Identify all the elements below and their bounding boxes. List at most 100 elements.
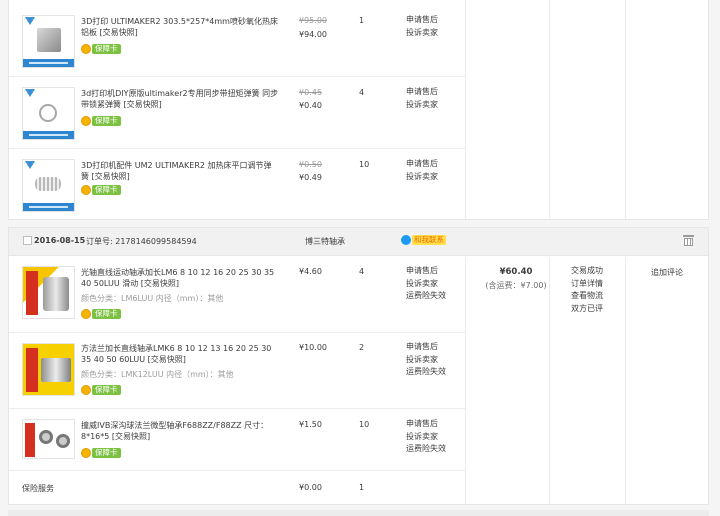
product-thumbnail[interactable] xyxy=(22,343,75,396)
trade-success-status: 交易成功 xyxy=(571,266,603,275)
item-actions: 申请售后 投诉卖家 运费险失效 xyxy=(406,418,446,456)
order-card: 2016-08-15 订单号: 2178146099584594 博三特轴承 和… xyxy=(8,227,709,505)
quantity: 1 xyxy=(359,16,365,25)
shipping-insurance-status: 运费险失效 xyxy=(406,444,446,453)
order-item-row: 方法兰加长直线轴承LMK6 8 10 12 13 16 20 25 30 35 … xyxy=(9,333,465,408)
quantity: 10 xyxy=(359,160,370,169)
order-number-value: 2178146099584594 xyxy=(115,237,197,246)
order-item-row: 3d打印机DIY原版ultimaker2专用同步带扭矩弹簧 同步带锁紧弹簧 [交… xyxy=(9,77,465,148)
insurance-row: 保险服务 ¥0.00 1 xyxy=(9,471,465,505)
guarantee-icon xyxy=(81,43,91,54)
unit-price: ¥1.50 xyxy=(299,420,322,429)
quantity: 4 xyxy=(359,88,365,97)
quantity: 4 xyxy=(359,267,365,276)
unit-price: ¥10.00 xyxy=(299,343,327,352)
shop-name-link[interactable]: 博三特轴承 xyxy=(305,236,345,247)
apply-after-sale-link[interactable]: 申请售后 xyxy=(406,158,438,171)
order-item-row: 撞威IVB深沟球法兰微型轴承F688ZZ/F88ZZ 尺寸：8*16*5 [交易… xyxy=(9,409,465,470)
apply-after-sale-link[interactable]: 申请售后 xyxy=(406,418,446,431)
insurance-price: ¥0.00 xyxy=(299,483,322,492)
contact-seller-label: 和我联系 xyxy=(412,235,446,245)
product-title-link[interactable]: 3D打印 ULTIMAKER2 303.5*257*4mm喷砂氧化热床铝板 [交… xyxy=(81,16,279,38)
complain-seller-link[interactable]: 投诉卖家 xyxy=(406,354,446,367)
triangle-badge-icon xyxy=(25,17,35,25)
item-actions: 申请售后 投诉卖家 xyxy=(406,158,438,183)
product-title-link[interactable]: 方法兰加长直线轴承LMK6 8 10 12 13 16 20 25 30 35 … xyxy=(81,343,279,365)
column-divider xyxy=(549,257,550,504)
triangle-badge-icon xyxy=(25,161,35,169)
guarantee-card[interactable]: 保障卡 xyxy=(81,43,121,54)
guarantee-label: 保障卡 xyxy=(92,43,121,54)
complain-seller-link[interactable]: 投诉卖家 xyxy=(406,278,446,291)
contact-seller-button[interactable]: 和我联系 xyxy=(401,235,446,245)
item-actions: 申请售后 投诉卖家 xyxy=(406,14,438,39)
column-divider xyxy=(465,0,466,219)
quantity: 10 xyxy=(359,420,370,429)
product-thumbnail[interactable] xyxy=(22,159,75,212)
guarantee-card[interactable]: 保障卡 xyxy=(81,447,121,458)
guarantee-card[interactable]: 保障卡 xyxy=(81,384,121,395)
product-title-link[interactable]: 撞威IVB深沟球法兰微型轴承F688ZZ/F88ZZ 尺寸：8*16*5 [交易… xyxy=(81,420,279,442)
guarantee-label: 保障卡 xyxy=(92,308,121,319)
complain-seller-link[interactable]: 投诉卖家 xyxy=(406,27,438,40)
order-total: ¥60.40 (含运费：¥7.00) xyxy=(476,267,556,291)
original-price: ¥95.00 xyxy=(299,16,327,25)
product-thumbnail[interactable] xyxy=(22,419,75,459)
guarantee-label: 保障卡 xyxy=(92,447,121,458)
product-thumbnail[interactable] xyxy=(22,15,75,68)
complain-seller-link[interactable]: 投诉卖家 xyxy=(406,171,438,184)
item-actions: 申请售后 投诉卖家 运费险失效 xyxy=(406,265,446,303)
guarantee-icon xyxy=(81,447,91,458)
apply-after-sale-link[interactable]: 申请售后 xyxy=(406,14,438,27)
sku-info: 颜色分类：LMK12LUU 内径（mm）：其他 xyxy=(81,370,234,379)
original-price: ¥0.45 xyxy=(299,88,322,97)
unit-price: ¥4.60 xyxy=(299,267,322,276)
order-number: 订单号: 2178146099584594 xyxy=(86,236,197,247)
product-title-link[interactable]: 3D打印机配件 UM2 ULTIMAKER2 加热床平口调节弹簧 [交易快照] xyxy=(81,160,279,182)
product-thumbnail[interactable] xyxy=(22,266,75,319)
item-actions: 申请售后 投诉卖家 xyxy=(406,86,438,111)
trash-icon[interactable] xyxy=(683,235,694,246)
order-item-row: 3D打印 ULTIMAKER2 303.5*257*4mm喷砂氧化热床铝板 [交… xyxy=(9,0,465,76)
apply-after-sale-link[interactable]: 申请售后 xyxy=(406,341,446,354)
column-divider xyxy=(625,0,626,219)
shipping-insurance-status: 运费险失效 xyxy=(406,291,446,300)
thumbnail-label-strip xyxy=(23,131,74,139)
both-reviewed-status: 双方已评 xyxy=(571,303,603,313)
total-amount: ¥60.40 xyxy=(499,267,533,277)
view-logistics-link[interactable]: 查看物流 xyxy=(571,290,603,303)
order-item-row: 3D打印机配件 UM2 ULTIMAKER2 加热床平口调节弹簧 [交易快照] … xyxy=(9,149,465,220)
guarantee-icon xyxy=(81,184,91,195)
guarantee-card[interactable]: 保障卡 xyxy=(81,184,121,195)
order-number-label: 订单号: xyxy=(86,237,113,246)
guarantee-icon xyxy=(81,384,91,395)
thumbnail-label-strip xyxy=(23,203,74,211)
sku-info: 颜色分类：LM6LUU 内径（mm）：其他 xyxy=(81,294,224,303)
order-select-checkbox[interactable] xyxy=(23,236,32,245)
thumbnail-label-strip xyxy=(23,59,74,67)
original-price: ¥0.50 xyxy=(299,160,322,169)
column-divider xyxy=(465,257,466,504)
product-title-link[interactable]: 3d打印机DIY原版ultimaker2专用同步带扭矩弹簧 同步带锁紧弹簧 [交… xyxy=(81,88,279,110)
quantity: 2 xyxy=(359,343,365,352)
product-title-link[interactable]: 光轴直线运动轴承加长LM6 8 10 12 16 20 25 30 35 40 … xyxy=(81,267,279,289)
guarantee-card[interactable]: 保障卡 xyxy=(81,308,121,319)
column-divider xyxy=(549,0,550,219)
triangle-badge-icon xyxy=(25,89,35,97)
shipping-fee: (含运费：¥7.00) xyxy=(485,281,547,290)
additional-review-link[interactable]: 追加评论 xyxy=(651,267,683,278)
unit-price: ¥0.40 xyxy=(299,101,322,110)
complain-seller-link[interactable]: 投诉卖家 xyxy=(406,431,446,444)
apply-after-sale-link[interactable]: 申请售后 xyxy=(406,86,438,99)
order-status: 交易成功 订单详情 查看物流 双方已评 xyxy=(571,265,603,315)
guarantee-label: 保障卡 xyxy=(92,184,121,195)
order-card: 3D打印 ULTIMAKER2 303.5*257*4mm喷砂氧化热床铝板 [交… xyxy=(8,0,709,220)
apply-after-sale-link[interactable]: 申请售后 xyxy=(406,265,446,278)
guarantee-icon xyxy=(81,308,91,319)
guarantee-card[interactable]: 保障卡 xyxy=(81,115,121,126)
insurance-label: 保险服务 xyxy=(22,484,54,493)
complain-seller-link[interactable]: 投诉卖家 xyxy=(406,99,438,112)
order-detail-link[interactable]: 订单详情 xyxy=(571,278,603,291)
unit-price: ¥94.00 xyxy=(299,30,327,39)
product-thumbnail[interactable] xyxy=(22,87,75,140)
